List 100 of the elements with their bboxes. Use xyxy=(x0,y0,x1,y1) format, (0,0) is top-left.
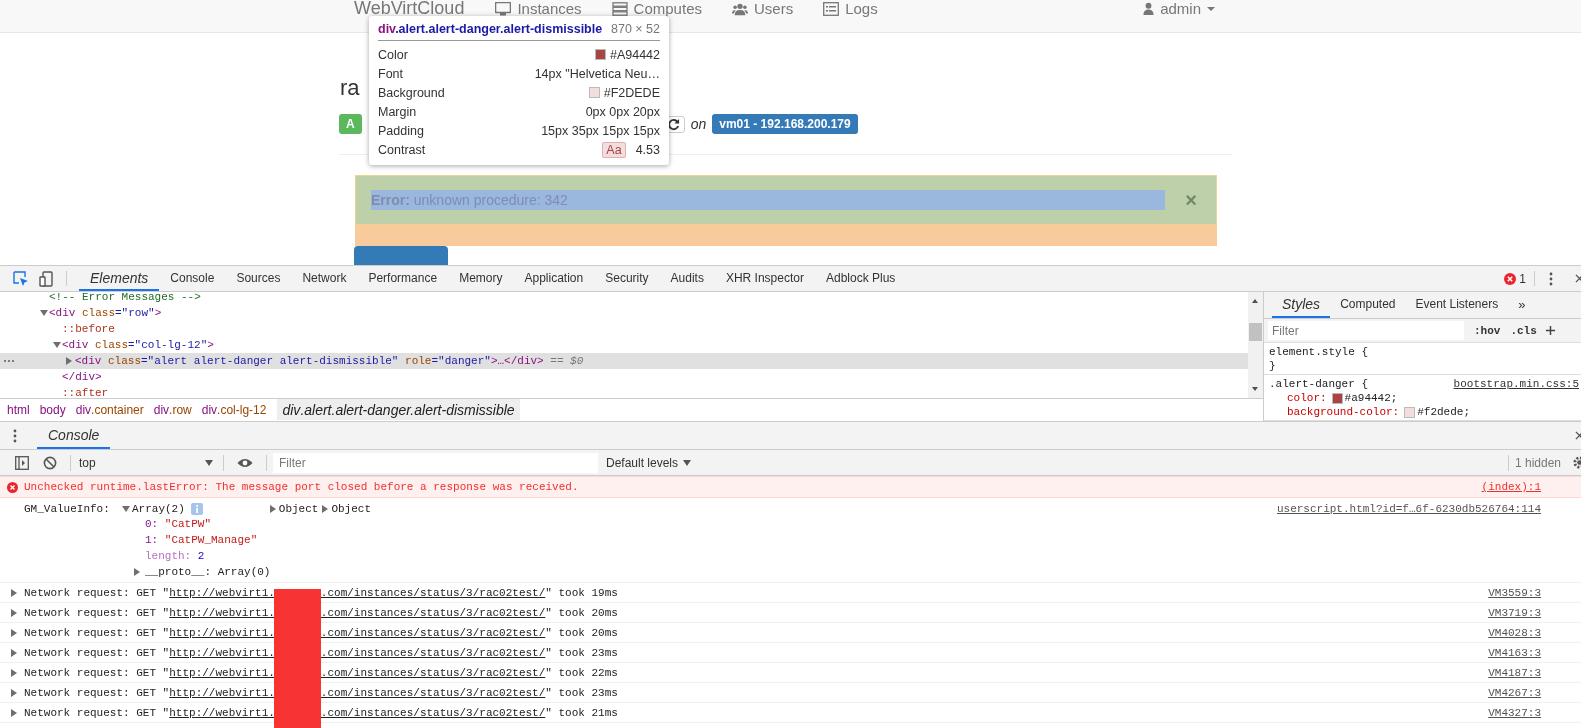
devtools-tab[interactable]: Network xyxy=(291,266,358,291)
breadcrumb[interactable]: div.container xyxy=(70,399,149,420)
expand-arrow-icon[interactable] xyxy=(322,505,329,513)
source-link[interactable]: VM4327:3 xyxy=(1488,706,1541,719)
scrollbar[interactable] xyxy=(1248,292,1263,398)
devtools-tab[interactable]: Elements xyxy=(79,266,160,291)
more-menu-icon[interactable] xyxy=(1549,271,1553,286)
network-log: Network request: GET "http://webvirt1. .com/instances/status/3/rac02test/" took 23ms xyxy=(24,646,619,659)
expand-arrow-icon[interactable] xyxy=(11,588,17,597)
more-icon[interactable] xyxy=(3,359,15,363)
devtools-tab[interactable]: Application xyxy=(513,266,595,291)
property-label: Margin xyxy=(378,104,417,119)
breadcrumb[interactable]: html xyxy=(2,399,35,420)
source-link[interactable]: bootstrap.min.css:5 xyxy=(1453,377,1579,391)
css-brace: } xyxy=(1269,359,1277,373)
styles-tab[interactable]: Computed xyxy=(1330,292,1406,318)
source-link[interactable]: VM4267:3 xyxy=(1488,686,1541,699)
error-count[interactable]: 1 xyxy=(1519,266,1526,291)
expand-arrow-icon[interactable] xyxy=(11,708,17,717)
array-entry: length: 2 xyxy=(145,550,205,562)
device-icon[interactable] xyxy=(39,270,55,287)
expand-arrow-icon[interactable] xyxy=(11,608,17,617)
property-value: 15px 35px 15px 15px xyxy=(541,123,660,138)
users-icon xyxy=(732,1,748,16)
network-log: Network request: GET "http://webvirt1. .com/instances/status/3/rac02test/" took 20ms xyxy=(24,626,619,639)
property-value: #F2DEDE xyxy=(603,85,660,100)
expand-arrow-icon[interactable] xyxy=(66,357,72,365)
property-label: Font xyxy=(378,66,403,81)
network-log: Network request: GET "http://webvirt1. .com/instances/status/3/rac02test/" took 22ms xyxy=(24,666,619,679)
cls-button[interactable]: .cls xyxy=(1510,324,1537,337)
element-selector: div.alert.alert-danger.alert-dismissible xyxy=(378,22,603,36)
source-link[interactable]: userscript.html?id=f…6f-6230db526764:114 xyxy=(1276,503,1541,515)
inspect-icon[interactable] xyxy=(13,270,29,287)
hov-button[interactable]: :hov xyxy=(1474,324,1501,337)
color-swatch[interactable] xyxy=(1331,392,1343,404)
dropdown-arrow-icon xyxy=(205,459,213,466)
object-preview[interactable]: Object xyxy=(331,503,372,515)
error-icon xyxy=(1504,272,1517,285)
element-size: 870 × 52 xyxy=(611,22,660,36)
breadcrumb[interactable]: body xyxy=(34,399,71,420)
devtools-tab[interactable]: Security xyxy=(594,266,660,291)
network-log: Network request: GET "http://webvirt1. .com/instances/status/3/rac02test/" took 21ms xyxy=(24,706,619,719)
plus-icon[interactable] xyxy=(1544,325,1556,336)
devtools-tab[interactable]: Performance xyxy=(357,266,449,291)
source-link[interactable]: VM4028:3 xyxy=(1488,626,1541,639)
property-value: 0px 0px 20px xyxy=(585,104,660,119)
nav-link[interactable]: Instances xyxy=(495,0,582,17)
brand-link[interactable]: WebVirtCloud xyxy=(354,0,465,17)
devtools-tab[interactable]: Adblock Plus xyxy=(814,266,907,291)
on-label: on xyxy=(690,116,707,132)
property-label: Contrast xyxy=(378,142,426,157)
devtools-tab[interactable]: Memory xyxy=(448,266,514,291)
error-icon xyxy=(7,481,18,493)
source-link[interactable]: VM3719:3 xyxy=(1488,606,1541,619)
user-menu[interactable]: admin xyxy=(1143,0,1215,17)
clear-console-icon[interactable] xyxy=(43,455,57,470)
expand-arrow-icon[interactable] xyxy=(11,628,17,637)
network-log: Network request: GET "http://webvirt1. .com/instances/status/3/rac02test/" took 23ms xyxy=(24,686,619,699)
source-link[interactable]: VM3559:3 xyxy=(1488,586,1541,599)
selected-node-row[interactable]: <div class="alert alert-danger alert-dismissible" role="danger">…</div> == $0 xyxy=(0,353,1248,369)
devtools-tab[interactable]: XHR Inspector xyxy=(714,266,815,291)
devtools-tab[interactable]: Audits xyxy=(659,266,715,291)
object-preview[interactable]: Object xyxy=(278,503,319,515)
color-swatch[interactable] xyxy=(1404,406,1416,418)
styles-filter-field[interactable]: Filter xyxy=(1268,321,1464,340)
console-filter-field[interactable]: Filter xyxy=(273,452,598,473)
error-message: Unchecked runtime.lastError: The message port closed before a response was received. xyxy=(24,481,580,493)
expand-arrow-icon[interactable] xyxy=(11,648,17,657)
eye-icon[interactable] xyxy=(237,457,253,468)
nav-link[interactable]: Computes xyxy=(611,0,702,17)
nav-link[interactable]: Users xyxy=(732,0,794,17)
css-property: background-color: xyxy=(1287,405,1400,419)
nav-link[interactable]: Logs xyxy=(823,0,878,17)
more-tabs-button[interactable]: » xyxy=(1508,292,1536,318)
html-tag: <div class="alert alert-danger alert-dismissible" role="danger">…</div> == $0 xyxy=(75,355,584,367)
context-select[interactable]: top xyxy=(77,455,217,470)
collapse-arrow-icon[interactable] xyxy=(40,310,48,316)
expand-arrow-icon[interactable] xyxy=(11,668,17,677)
monitor-icon xyxy=(495,1,512,16)
html-comment: <!-- Error Messages --> xyxy=(49,292,201,303)
source-link[interactable]: VM4163:3 xyxy=(1488,646,1541,659)
breadcrumb[interactable]: div.alert.alert-danger.alert-dismissible xyxy=(277,399,520,420)
expand-arrow-icon[interactable] xyxy=(134,568,140,576)
styles-tab[interactable]: Event Listeners xyxy=(1405,292,1509,318)
property-value: 14px "Helvetica Neu… xyxy=(534,66,660,81)
css-selector: element.style { xyxy=(1269,345,1369,359)
array-summary[interactable]: Array(2) xyxy=(132,503,185,515)
devtools-tab[interactable]: Sources xyxy=(225,266,292,291)
devtools-tab[interactable]: Console xyxy=(159,266,226,291)
expand-arrow-icon[interactable] xyxy=(269,505,276,513)
breadcrumb[interactable]: div.row xyxy=(148,399,197,420)
log-levels-dropdown[interactable]: Default levels xyxy=(606,455,692,470)
collapse-arrow-icon[interactable] xyxy=(122,506,130,512)
source-link[interactable]: (index):1 xyxy=(1481,481,1541,493)
breadcrumb[interactable]: div.col-lg-12 xyxy=(196,399,272,420)
instance-title: ra xyxy=(340,74,361,102)
drawer-menu-icon[interactable] xyxy=(13,428,17,443)
expand-arrow-icon[interactable] xyxy=(11,688,17,697)
sidebar-toggle-icon[interactable] xyxy=(15,455,29,470)
source-link[interactable]: VM4187:3 xyxy=(1488,666,1541,679)
